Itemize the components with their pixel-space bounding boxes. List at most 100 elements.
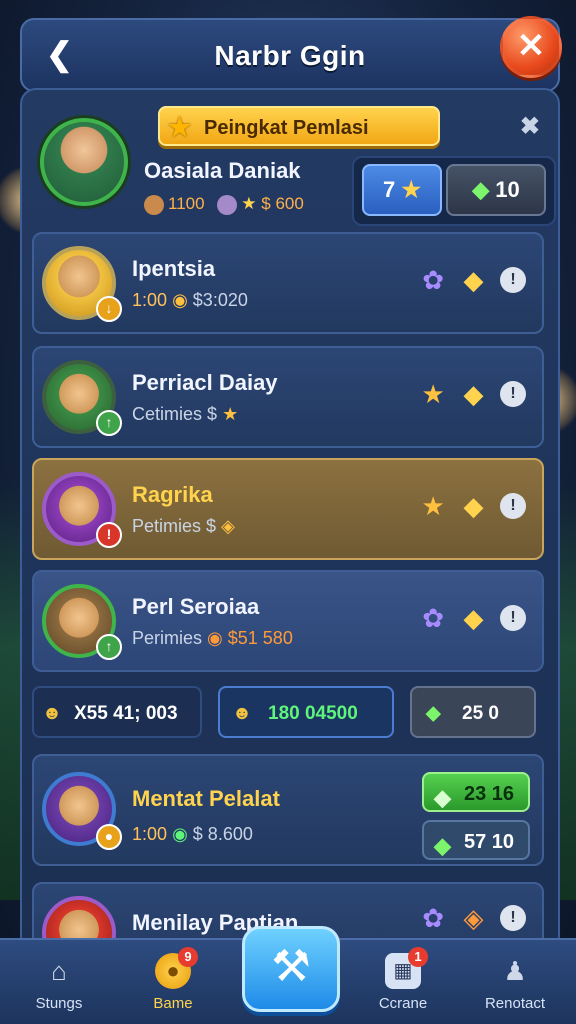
player-name: Perriacl Daiay <box>132 370 278 395</box>
player-name: Ragrika <box>132 482 213 507</box>
face-icon <box>144 194 164 215</box>
gems-value: 57 10 <box>464 831 515 853</box>
list-item[interactable]: ↑ Perriacl Daiay Cetimies $ ★ ★ ◆ ! <box>32 346 544 448</box>
token-icon: ◈ <box>221 516 235 536</box>
stat-value: Perimies <box>132 628 203 648</box>
paw-icon: ✿ <box>422 603 444 633</box>
play-button[interactable]: ⚒ <box>242 926 340 1012</box>
star-icon: ★ <box>421 379 445 409</box>
list-item[interactable]: ↑ Perl Seroiaa Perimies ◉ $51 580 ✿ ◆ ! <box>32 570 544 672</box>
face-icon: ☻ <box>232 703 252 724</box>
paw-icon: ✿ <box>422 903 444 933</box>
player-stats: Cetimies $ ★ <box>132 404 238 425</box>
level-box[interactable]: 7 ★ <box>362 164 442 216</box>
notification-badge: 1 <box>408 947 428 967</box>
badge-icon: ↑ <box>96 410 122 436</box>
stat-value: 1:00 <box>132 290 168 310</box>
player-stats: 1:00 ◉ $3:020 <box>132 290 248 311</box>
player-avatar[interactable] <box>40 118 128 206</box>
star-icon: ★ <box>241 194 257 213</box>
star-icon: ★ <box>421 491 445 521</box>
gems-box[interactable]: ◆ 57 10 <box>422 820 530 860</box>
player-stats: Perimies ◉ $51 580 <box>132 628 293 649</box>
summary-pill-selected[interactable]: ☻ 180 04500 <box>218 686 394 738</box>
player-name: Ipentsia <box>132 256 216 281</box>
player-header: ★ Peingkat Pemlasi ✖ Oasiala Daniak 1100… <box>32 98 556 226</box>
stat-value: 1:00 <box>132 824 168 844</box>
nav-label: Stungs <box>35 995 83 1012</box>
nav-item-contact[interactable]: ♟ Renotact <box>470 953 560 1012</box>
gem-icon: ◆ <box>434 833 451 858</box>
nav-label: Ccrane <box>378 995 428 1012</box>
nav-item-crane[interactable]: ▦ 1 Ccrane <box>358 947 448 1012</box>
gem-icon: ◆ <box>472 177 490 202</box>
player-name: Oasiala Daniak <box>144 158 301 183</box>
nav-label: Bame <box>153 995 193 1012</box>
info-button[interactable]: ! <box>500 605 526 631</box>
dismiss-icon[interactable]: ✖ <box>520 112 540 141</box>
summary-pill[interactable]: ☻ X55 41; 003 <box>32 686 202 738</box>
info-button[interactable]: ! <box>500 905 526 931</box>
stat-value: $ <box>207 404 218 424</box>
stat-value: $51 580 <box>227 628 293 648</box>
page-title: Narbr Ggin <box>214 40 366 71</box>
list-item[interactable]: ● Mentat Pelalat 1:00 ◉ $ 8.600 ◆ 23 16 … <box>32 754 544 866</box>
row-icons: ✿ ◆ ! <box>413 602 526 638</box>
badge-icon: ↓ <box>96 296 122 322</box>
player-stat-1: 1100 <box>168 194 205 213</box>
star-icon: ★ <box>222 404 239 424</box>
coin-icon: ◉ <box>207 628 223 648</box>
stat-value: $ 8.600 <box>192 824 253 844</box>
player-name: Mentat Pelalat <box>132 786 280 811</box>
list-item-highlighted[interactable]: ! Ragrika Petimies $ ◈ ★ ◆ ! <box>32 458 544 560</box>
gems-pill[interactable]: ◆ 25 0 <box>410 686 536 738</box>
stat-value: Cetimies <box>132 404 203 424</box>
summary-value: X55 41; 003 <box>74 703 178 724</box>
nav-label: Renotact <box>484 995 546 1012</box>
gems-box[interactable]: ◆ 10 <box>446 164 546 216</box>
info-button[interactable]: ! <box>500 267 526 293</box>
close-button[interactable]: ✕ <box>500 16 562 78</box>
row-icons: ★ ◆ ! <box>413 490 526 526</box>
stat-value: $ <box>206 516 217 536</box>
gems-value: 10 <box>495 177 520 202</box>
gem-icon: ◆ <box>434 785 451 810</box>
player-stats: 1:00 ◉ $ 8.600 <box>132 824 253 845</box>
star-icon: ★ <box>401 177 422 202</box>
summary-strip: ☻ X55 41; 003 ☻ 180 04500 ◆ 25 0 <box>32 686 544 742</box>
paw-icon: ✿ <box>422 265 444 295</box>
diamond-icon: ◆ <box>463 603 484 633</box>
coin-icon: ◉ <box>172 290 188 310</box>
alert-badge-icon: ! <box>96 522 122 548</box>
gems-value: 23 16 <box>464 783 515 805</box>
nav-item-game[interactable]: ● 9 Bame <box>128 947 218 1012</box>
wrench-icon: ⚒ <box>271 942 311 991</box>
bottom-nav: ⌂ Stungs ● 9 Bame ⚒ ▦ 1 Ccrane ♟ Renotac… <box>0 926 576 1024</box>
top-bar: ❮ Narbr Ggin ✕ <box>20 16 562 92</box>
badge-icon: ↑ <box>96 634 122 660</box>
player-stat-2: $ 600 <box>261 194 304 213</box>
row-icons: ★ ◆ ! <box>413 378 526 414</box>
player-stats: 1100 ★ $ 600 <box>144 194 304 215</box>
rank-banner[interactable]: ★ Peingkat Pemlasi <box>158 106 440 146</box>
stat-value: Petimies <box>132 516 202 536</box>
stat-value: $3:020 <box>192 290 248 310</box>
list-item[interactable]: ↓ Ipentsia 1:00 ◉ $3:020 ✿ ◆ ! <box>32 232 544 334</box>
token-icon: ◈ <box>463 903 484 933</box>
chess-piece-icon: ♟ <box>503 956 527 986</box>
gems-box[interactable]: ◆ 23 16 <box>422 772 530 812</box>
skull-icon <box>217 194 238 215</box>
diamond-icon: ◆ <box>463 379 484 409</box>
level-value: 7 <box>382 177 396 202</box>
nav-item-settings[interactable]: ⌂ Stungs <box>14 953 104 1012</box>
face-icon: ☻ <box>42 703 62 724</box>
rank-banner-label: Peingkat Pemlasi <box>204 117 369 139</box>
notification-badge: 9 <box>178 947 198 967</box>
home-icon: ⌂ <box>51 956 67 986</box>
row-icons: ✿ ◆ ! <box>413 264 526 300</box>
info-button[interactable]: ! <box>500 493 526 519</box>
diamond-icon: ◆ <box>463 491 484 521</box>
diamond-icon: ◆ <box>463 265 484 295</box>
info-button[interactable]: ! <box>500 381 526 407</box>
gems-value: 25 0 <box>462 703 499 724</box>
